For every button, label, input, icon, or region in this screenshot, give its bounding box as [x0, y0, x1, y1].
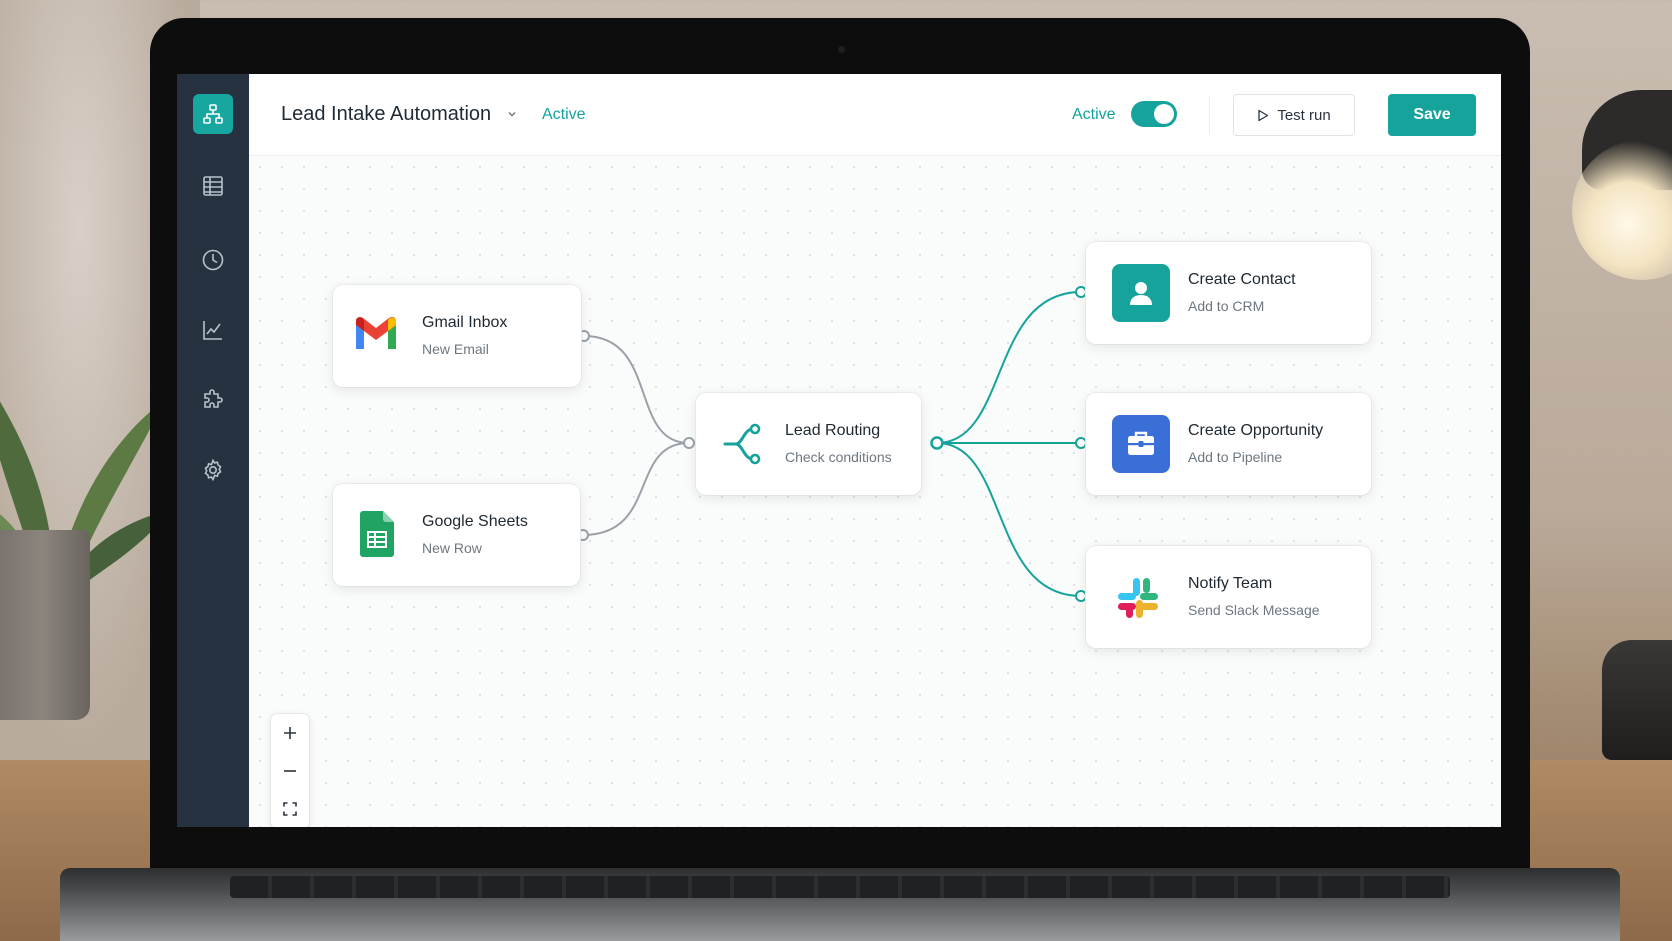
chart-icon — [203, 321, 222, 340]
pipeline-icon-tile — [1112, 415, 1170, 473]
laptop-camera — [838, 46, 845, 53]
plus-icon — [284, 727, 296, 739]
node-subtitle: New Email — [422, 341, 489, 357]
minus-icon — [284, 770, 296, 772]
node-subtitle: Send Slack Message — [1188, 602, 1320, 618]
zoom-out-button[interactable] — [271, 752, 309, 790]
node-notify-team[interactable]: Notify Team Send Slack Message — [1086, 546, 1371, 648]
person-icon — [1130, 282, 1152, 305]
fit-view-button[interactable] — [271, 790, 309, 827]
node-title: Notify Team — [1188, 575, 1273, 592]
save-button[interactable]: Save — [1388, 94, 1476, 136]
node-title: Gmail Inbox — [422, 314, 508, 331]
table-icon — [203, 176, 223, 196]
plant-pot — [0, 530, 90, 720]
node-title: Create Contact — [1188, 271, 1296, 288]
node-title: Create Opportunity — [1188, 422, 1324, 439]
desk-object — [1602, 640, 1672, 760]
crm-icon-tile — [1112, 264, 1170, 322]
briefcase-icon — [1128, 431, 1154, 455]
active-toggle[interactable] — [1131, 101, 1177, 127]
node-subtitle: Add to Pipeline — [1188, 449, 1283, 465]
workflow-title[interactable]: Lead Intake Automation — [281, 103, 491, 126]
node-subtitle: Add to CRM — [1188, 298, 1265, 314]
fullscreen-icon — [283, 802, 297, 816]
clock-icon — [202, 249, 224, 271]
sidebar-item-data[interactable] — [193, 166, 233, 206]
branch-icon — [723, 423, 761, 465]
gear-icon — [204, 458, 222, 482]
workflow-icon — [203, 104, 223, 124]
zoom-in-button[interactable] — [271, 714, 309, 752]
header-divider — [1209, 96, 1210, 134]
status-badge: Active — [542, 106, 586, 123]
sidebar-item-analytics[interactable] — [193, 310, 233, 350]
port-opportunity-in — [1075, 437, 1087, 449]
test-run-button[interactable]: Test run — [1233, 94, 1355, 136]
wire-routing-to-contact — [936, 291, 1082, 444]
chevron-down-icon[interactable] — [507, 110, 517, 118]
play-icon — [1258, 109, 1269, 121]
sidebar-item-history[interactable] — [193, 240, 233, 280]
node-gmail-inbox[interactable]: Gmail Inbox New Email — [333, 285, 581, 387]
wire-gmail-to-routing — [583, 335, 690, 444]
sidebar-item-workflows[interactable] — [193, 94, 233, 134]
port-notify-in — [1075, 590, 1087, 602]
node-subtitle: Check conditions — [785, 449, 892, 465]
node-google-sheets[interactable]: Google Sheets New Row — [333, 484, 580, 586]
workflow-canvas[interactable]: Gmail Inbox New Email Google Sheets New … — [249, 156, 1501, 827]
node-title: Lead Routing — [785, 422, 881, 439]
zoom-controls — [271, 714, 309, 827]
wire-routing-to-notify — [936, 442, 1082, 597]
port-routing-out — [930, 436, 944, 450]
puzzle-icon — [204, 389, 223, 408]
node-create-contact[interactable]: Create Contact Add to CRM — [1086, 242, 1371, 344]
test-run-label: Test run — [1277, 106, 1331, 124]
node-title: Google Sheets — [422, 513, 528, 530]
laptop-keyboard — [230, 876, 1450, 898]
port-routing-in — [683, 437, 695, 449]
gmail-icon — [356, 317, 396, 349]
node-subtitle: New Row — [422, 540, 482, 556]
top-bar: Lead Intake Automation Active Active Tes… — [249, 74, 1501, 156]
toggle-knob — [1154, 104, 1174, 124]
slack-icon — [1118, 578, 1158, 618]
sidebar-item-settings[interactable] — [193, 450, 233, 490]
sidebar — [177, 74, 249, 827]
node-create-opportunity[interactable]: Create Opportunity Add to Pipeline — [1086, 393, 1371, 495]
app-window: Lead Intake Automation Active Active Tes… — [177, 74, 1501, 827]
node-lead-routing[interactable]: Lead Routing Check conditions — [696, 393, 921, 495]
active-toggle-label: Active — [1072, 106, 1116, 123]
sidebar-item-integrations[interactable] — [193, 380, 233, 420]
wire-sheets-to-routing — [582, 442, 690, 536]
google-sheets-icon — [360, 511, 394, 557]
port-contact-in — [1075, 286, 1087, 298]
